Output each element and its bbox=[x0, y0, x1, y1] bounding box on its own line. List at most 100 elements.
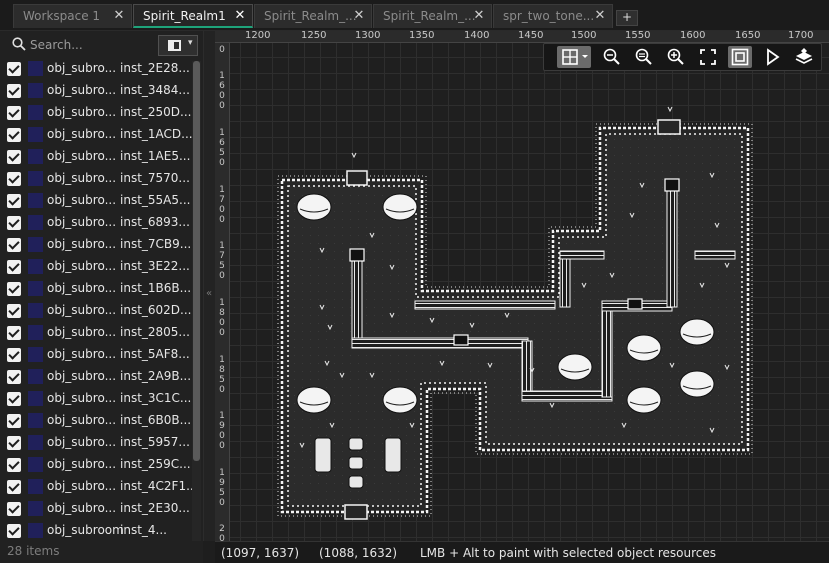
visibility-checkbox[interactable] bbox=[7, 436, 21, 450]
list-item[interactable]: obj_subro... inst_6B0B... bbox=[0, 410, 192, 432]
tab-spr-two-tone[interactable]: spr_two_tone... ✕ bbox=[493, 4, 613, 28]
room-editor-canvas[interactable] bbox=[230, 43, 829, 541]
zoom-out-button[interactable] bbox=[600, 46, 624, 68]
list-item[interactable]: obj_subro... inst_7CB9... bbox=[0, 234, 192, 256]
collapse-panel-icon[interactable]: « bbox=[206, 288, 212, 299]
ruler-y-tick-label: 1850 bbox=[219, 355, 225, 395]
visibility-checkbox[interactable] bbox=[7, 260, 21, 274]
object-sprite-icon bbox=[28, 171, 43, 186]
object-name: obj_subro... bbox=[47, 237, 117, 251]
visibility-checkbox[interactable] bbox=[7, 106, 21, 120]
ruler-y-tick-label: 1600 bbox=[219, 71, 225, 111]
visibility-checkbox[interactable] bbox=[7, 502, 21, 516]
zoom-in-button[interactable] bbox=[664, 46, 688, 68]
instance-name: inst_6893... bbox=[120, 215, 190, 229]
object-sprite-icon bbox=[28, 523, 43, 538]
list-item[interactable]: obj_subro... inst_1AE5... bbox=[0, 146, 192, 168]
tab-close-icon[interactable]: ✕ bbox=[233, 5, 247, 26]
list-item[interactable]: obj_subro... inst_602D... bbox=[0, 300, 192, 322]
list-item[interactable]: obj_subro... inst_55A5... bbox=[0, 190, 192, 212]
scrollbar-thumb[interactable] bbox=[193, 61, 200, 461]
list-item[interactable]: obj_subro... inst_259C... bbox=[0, 454, 192, 476]
list-item[interactable]: obj_subro... inst_2A9B... bbox=[0, 366, 192, 388]
tab-close-icon[interactable]: ✕ bbox=[352, 5, 366, 27]
tab-close-icon[interactable]: ✕ bbox=[112, 5, 126, 27]
frame-view-button[interactable] bbox=[728, 46, 752, 68]
instance-name: inst_1B6B... bbox=[120, 281, 192, 295]
object-name: obj_subro... bbox=[47, 457, 117, 471]
visibility-checkbox[interactable] bbox=[7, 216, 21, 230]
panel-splitter[interactable]: « bbox=[203, 31, 215, 541]
visibility-checkbox[interactable] bbox=[7, 348, 21, 362]
object-name: obj_subro... bbox=[47, 501, 117, 515]
object-sprite-icon bbox=[28, 413, 43, 428]
instance-name: inst_1AE5... bbox=[120, 149, 191, 163]
instance-list-scrollbar[interactable] bbox=[192, 61, 201, 541]
ruler-x-tick-label: 1400 bbox=[464, 31, 490, 41]
list-item[interactable]: obj_subro... inst_6893... bbox=[0, 212, 192, 234]
document-tab-bar: Workspace 1 ✕ Spirit_Realm1 ✕ Spirit_Rea… bbox=[0, 0, 829, 31]
list-item[interactable]: obj_subro... inst_4C2F1... bbox=[0, 476, 198, 498]
list-item[interactable]: obj_subro... inst_5957... bbox=[0, 432, 192, 454]
tab-spirit-realm-3[interactable]: Spirit_Realm_... ✕ bbox=[373, 4, 492, 28]
cursor-position: (1097, 1637) bbox=[221, 546, 300, 560]
instance-name: inst_602D... bbox=[120, 303, 192, 317]
ruler-y-tick-label: 1650 bbox=[219, 128, 225, 168]
layers-button[interactable] bbox=[792, 46, 816, 68]
visibility-checkbox[interactable] bbox=[7, 370, 21, 384]
visibility-checkbox[interactable] bbox=[7, 524, 21, 538]
list-item[interactable]: obj_subro... inst_1B6B... bbox=[0, 278, 192, 300]
object-name: obj_subro... bbox=[47, 193, 117, 207]
instance-name: inst_2E30... bbox=[120, 501, 190, 515]
play-room-button[interactable] bbox=[760, 46, 784, 68]
visibility-checkbox[interactable] bbox=[7, 458, 21, 472]
list-item[interactable]: obj_subro... inst_3C1C... bbox=[0, 388, 192, 410]
instance-name: inst_5AF8... bbox=[120, 347, 190, 361]
object-sprite-icon bbox=[28, 61, 43, 76]
visibility-checkbox[interactable] bbox=[7, 238, 21, 252]
zoom-reset-button[interactable] bbox=[632, 46, 656, 68]
list-item[interactable]: obj_subro... inst_5AF8... bbox=[0, 344, 192, 366]
list-item[interactable]: obj_subro... inst_2E30... bbox=[0, 498, 192, 520]
visibility-checkbox[interactable] bbox=[7, 150, 21, 164]
tab-close-icon[interactable]: ✕ bbox=[472, 5, 486, 27]
tab-close-icon[interactable]: ✕ bbox=[593, 5, 607, 27]
object-name: obj_subro... bbox=[47, 303, 117, 317]
search-input[interactable] bbox=[30, 35, 148, 54]
visibility-checkbox[interactable] bbox=[7, 172, 21, 186]
ruler-y-tick-label: 1750 bbox=[219, 241, 225, 281]
instance-name: inst_4C2F1... bbox=[120, 479, 198, 493]
list-item[interactable]: obj_subro... inst_3484... bbox=[0, 80, 192, 102]
room-entrance bbox=[657, 119, 681, 135]
tab-spirit-realm-2[interactable]: Spirit_Realm_... ✕ bbox=[254, 4, 372, 28]
tab-workspace-1[interactable]: Workspace 1 ✕ bbox=[13, 4, 132, 28]
list-item[interactable]: obj_subro... inst_2805... bbox=[0, 322, 192, 344]
visibility-checkbox[interactable] bbox=[7, 414, 21, 428]
search-box[interactable] bbox=[5, 34, 151, 55]
visibility-checkbox[interactable] bbox=[7, 194, 21, 208]
list-item[interactable]: obj_subro... inst_1ACD... bbox=[0, 124, 193, 146]
visibility-checkbox[interactable] bbox=[7, 392, 21, 406]
list-item[interactable]: obj_subro... inst_3E22... bbox=[0, 256, 192, 278]
visibility-checkbox[interactable] bbox=[7, 128, 21, 142]
object-sprite-icon bbox=[28, 369, 43, 384]
visibility-checkbox[interactable] bbox=[7, 326, 21, 340]
list-item[interactable]: obj_subro... inst_250D... bbox=[0, 102, 192, 124]
grid-toggle-button[interactable] bbox=[557, 46, 591, 68]
room-instance-list-panel: ▾ obj_subro...inst_2E28...obj_subro...in… bbox=[0, 31, 203, 563]
visibility-checkbox[interactable] bbox=[7, 480, 21, 494]
visibility-checkbox[interactable] bbox=[7, 304, 21, 318]
add-tab-button[interactable]: + bbox=[616, 10, 638, 26]
view-mode-toggle-button[interactable]: ▾ bbox=[158, 35, 198, 56]
list-item[interactable]: obj_subro... inst_7570... bbox=[0, 168, 192, 190]
tab-spirit-realm1[interactable]: Spirit_Realm1 ✕ bbox=[133, 4, 253, 28]
fit-screen-button[interactable] bbox=[696, 46, 720, 68]
list-item[interactable]: obj_subroom inst_4... bbox=[0, 520, 192, 542]
visibility-checkbox[interactable] bbox=[7, 282, 21, 296]
room-entrance bbox=[344, 504, 368, 520]
search-icon bbox=[12, 37, 26, 51]
fit-screen-icon bbox=[700, 49, 716, 65]
list-item[interactable]: obj_subro... inst_2E28... bbox=[0, 58, 192, 80]
visibility-checkbox[interactable] bbox=[7, 84, 21, 98]
visibility-checkbox[interactable] bbox=[7, 62, 21, 76]
